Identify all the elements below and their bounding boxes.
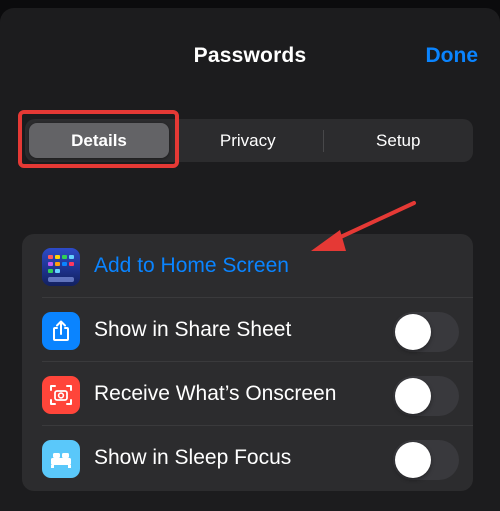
annotation-arrow-icon — [311, 201, 416, 251]
